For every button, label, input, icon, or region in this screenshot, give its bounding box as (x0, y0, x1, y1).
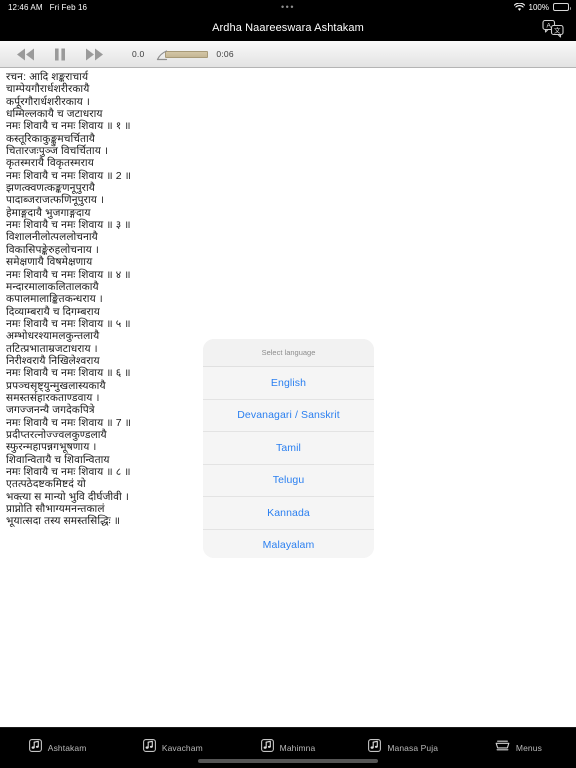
tab-label: Kavacham (161, 743, 203, 753)
tab-menus[interactable]: Menus (461, 728, 576, 760)
verse-content-area[interactable]: रचन: आदि शङ्कराचार्य चाम्पेयगौरार्धशरीरक… (0, 68, 576, 727)
pause-icon[interactable] (48, 45, 72, 63)
volume-slider-knob-icon[interactable] (156, 48, 168, 61)
battery-percent: 100% (528, 2, 549, 12)
elapsed-time: 0:06 (216, 49, 234, 59)
tab-kavacham[interactable]: Kavacham (115, 728, 230, 760)
dialog-title: Select language (203, 339, 374, 367)
verse-line: नमः शिवायै च नमः शिवाय ॥ ५ ॥ (6, 317, 131, 330)
tab-ashtakam[interactable]: Ashtakam (0, 728, 115, 760)
transport-controls (14, 45, 106, 63)
verse-line: कस्तूरिकाकुङ्कुमचर्चितायै (6, 132, 95, 145)
verse-line: कपालमालाङ्कितकन्धराय । (6, 293, 103, 306)
language-option-malayalam[interactable]: Malayalam (203, 529, 374, 558)
volume-slider[interactable] (156, 48, 209, 61)
music-note-icon (28, 739, 42, 757)
tab-label: Ashtakam (47, 743, 87, 753)
verse-line: नमः शिवायै च नमः शिवाय ॥ 2 ॥ (6, 169, 132, 182)
slider-track (165, 51, 209, 58)
verse-line: हेमाङ्गदायै भुजगाङ्गदाय (6, 206, 91, 219)
tab-bar: Ashtakam Kavacham Mahimna Manasa Puja Me… (0, 727, 576, 768)
language-option-tamil[interactable]: Tamil (203, 432, 374, 465)
verse-line: चितारजःपुञ्ज विचर्चिताय । (6, 145, 109, 158)
verse-line: चाम्पेयगौरार्धशरीरकायै (6, 83, 90, 96)
music-note-icon (260, 739, 274, 757)
svg-text:A: A (547, 22, 552, 29)
nav-bar: Ardha Naareeswara Ashtakam A 文 (0, 14, 576, 41)
home-indicator[interactable] (198, 759, 378, 763)
tab-manasa-puja[interactable]: Manasa Puja (346, 728, 461, 760)
verse-line: नमः शिवायै च नमः शिवाय ॥ १ ॥ (6, 120, 131, 133)
language-option-english[interactable]: English (203, 367, 374, 400)
language-option-kannada[interactable]: Kannada (203, 497, 374, 530)
language-option-telugu[interactable]: Telugu (203, 464, 374, 497)
language-option-devanagari-sanskrit[interactable]: Devanagari / Sanskrit (203, 399, 374, 432)
tab-label: Manasa Puja (387, 743, 439, 753)
verse-line: धम्मिल्लकायै च जटाधराय (6, 108, 103, 121)
verse-line: मन्दारमालाकलितालकायै (6, 280, 99, 293)
multitask-dots[interactable]: ••• (0, 2, 576, 12)
verse-line: दिव्याम्बरायै च दिगम्बराय (6, 305, 100, 318)
verse-line: विशालनीलोत्पललोचनायै (6, 231, 98, 244)
verse-line: विकासिपङ्केरुहलोचनाय । (6, 243, 99, 256)
verse-line: समेक्षणायै विषमेक्षणाय (6, 256, 93, 269)
verse-line: झणत्क्वणत्कङ्कणनूपुरायै (6, 182, 95, 195)
fast-forward-icon[interactable] (82, 45, 106, 63)
verse-line: नमः शिवायै च नमः शिवाय ॥ ३ ॥ (6, 219, 131, 232)
svg-text:文: 文 (554, 25, 561, 34)
verse-line: नमः शिवायै च नमः शिवाय ॥ ४ ॥ (6, 268, 131, 281)
verse-line: कर्पूरगौरार्धशरीरकाय । (6, 95, 90, 108)
select-language-dialog: Select language English Devanagari / San… (203, 339, 374, 558)
translate-icon[interactable]: A 文 (538, 18, 568, 38)
ipad-screen: 12:46 AM Fri Feb 16 ••• 100% Ardha Naare… (0, 0, 576, 768)
music-note-icon (142, 739, 156, 757)
wifi-icon (513, 2, 525, 12)
music-note-icon (368, 739, 382, 757)
tab-mahimna[interactable]: Mahimna (230, 728, 345, 760)
verse-line: पादाब्जराजत्फणिनूपुराय । (6, 194, 105, 207)
verse-line: कृतस्मरायै विकृतस्मराय (6, 157, 94, 170)
rewind-icon[interactable] (14, 45, 38, 63)
tab-label: Menus (515, 743, 542, 753)
tab-label: Mahimna (279, 743, 316, 753)
status-bar-right: 100% (513, 2, 571, 12)
page-title: Ardha Naareeswara Ashtakam (212, 21, 364, 34)
playback-toolbar: 0.0 0:06 (0, 41, 576, 68)
playback-rate: 0.0 (132, 49, 145, 59)
tray-icon (495, 739, 510, 757)
verse-line: रचन: आदि शङ्कराचार्य (6, 71, 89, 83)
status-bar: 12:46 AM Fri Feb 16 ••• 100% (0, 0, 576, 14)
battery-icon (553, 3, 571, 11)
